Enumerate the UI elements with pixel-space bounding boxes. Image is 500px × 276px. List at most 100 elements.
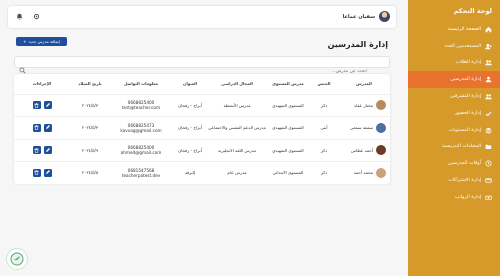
delete-button[interactable] [32, 168, 41, 177]
card-icon [485, 177, 492, 184]
edit-button[interactable] [43, 146, 52, 155]
email: test@teacher.com [121, 105, 161, 111]
gender: أنثى [310, 116, 338, 140]
sidebar-item-8[interactable]: أوقات المدرسين [408, 155, 500, 172]
user-plus-icon [485, 43, 492, 50]
search-box [14, 56, 390, 77]
layers-icon [485, 127, 492, 134]
gender: ذكر [310, 161, 338, 185]
settings-icon[interactable] [33, 13, 40, 20]
sidebar-item-5[interactable]: إدارة الحضور [408, 105, 500, 122]
clock-icon [485, 160, 492, 167]
teacher-name: سمعة سمعي [350, 125, 373, 131]
plus-icon: + [23, 39, 27, 44]
sidebar-item-label: إدارة المستويات [448, 127, 481, 133]
teachers-table: المدرس الجنس مدرس المستوى المجال الدراسي الع… [14, 74, 390, 185]
users-icon [485, 59, 492, 66]
email: ahmed@gmail.com [120, 150, 162, 156]
teacher-icon [485, 76, 492, 83]
sidebar-item-0[interactable]: الصفحة الرئيسية [408, 21, 500, 38]
table-row: أحمد عطاس ذكر المستوى التمهيدي مدرس اللغة ا… [14, 139, 390, 162]
address: أبراج - رفحان [172, 139, 208, 162]
edit-button[interactable] [43, 168, 52, 177]
column-header: الإجراءات [14, 74, 70, 95]
field: مدرس اللغة الانجليزية [208, 139, 266, 162]
sidebar-item-label: إدارة الرواتب [454, 194, 481, 200]
level: المستوى التمهيدي [266, 139, 310, 162]
sidebar-item-label: إدارة المشرفين [449, 94, 481, 100]
sidebar-item-label: إدارة الحضور [454, 110, 481, 116]
level: المستوى التمهيدي [266, 116, 310, 140]
sidebar-item-label: المستخدمين الجدد [444, 43, 481, 49]
gender: ذكر [310, 94, 338, 117]
address: أبراج - رفحان [172, 116, 208, 140]
home-icon [485, 26, 492, 33]
teacher-name: محمد أحمد [353, 170, 373, 176]
sidebar-item-label: إدارة المدرسين [450, 77, 481, 83]
gender: ذكر [310, 139, 338, 162]
folder-icon [485, 143, 492, 150]
edit-button[interactable] [43, 123, 52, 132]
table-row: سمعة سمعي أنثى المستوى التمهيدي مدرس الدعم … [14, 116, 390, 140]
level: المستوى الابتدائي [266, 161, 310, 185]
email: kavvag@gmail.com [120, 127, 162, 133]
field: مدرس الأنشطة [208, 94, 266, 117]
notification-icon[interactable] [16, 13, 23, 20]
level: المستوى التمهيدي [266, 94, 310, 117]
sidebar-item-label: إدارة الاشتراكات [448, 178, 481, 184]
teacher-photo [376, 167, 386, 178]
sidebar-item-1[interactable]: المستخدمين الجدد [408, 38, 500, 55]
sidebar-item-7[interactable]: المجلدات التدريسية [408, 139, 500, 156]
money-icon [485, 194, 492, 201]
page-title: إدارة المدرسين [327, 40, 388, 49]
sidebar-item-2[interactable]: إدارة الطلاب [408, 55, 500, 72]
column-header: الجنس [310, 74, 338, 95]
delete-button[interactable] [32, 101, 41, 110]
sidebar-item-label: إدارة الطلاب [455, 60, 481, 66]
birth-date: ٢٠٢٤/٥/٩ [70, 139, 110, 162]
column-header: معلومات التواصل [110, 74, 172, 95]
email: teacherpatest.dev [121, 172, 161, 178]
column-header: مدرس المستوى [266, 74, 310, 95]
field: مدرس عام [208, 161, 266, 185]
address: أبراج - رفحان [172, 94, 208, 117]
table-row: مختار عقاه ذكر المستوى التمهيدي مدرس الأنشط… [14, 94, 390, 117]
avatar [379, 11, 390, 22]
sidebar-item-6[interactable]: إدارة المستويات [408, 122, 500, 139]
column-header: المجال الدراسي [208, 74, 266, 95]
edit-button[interactable] [43, 101, 52, 110]
top-bar: سفيان عماعا [8, 6, 396, 28]
user-menu[interactable]: سفيان عماعا [343, 11, 390, 22]
sidebar: لوحة التحكم الصفحة الرئيسية المستخدمين ال… [408, 0, 500, 276]
search-icon [19, 59, 26, 74]
add-teacher-button[interactable]: + إضافة مدرس جديد [16, 37, 67, 46]
teacher-photo [376, 145, 386, 156]
sidebar-item-4[interactable]: إدارة المشرفين [408, 88, 500, 105]
birth-date: ٢٠٢٤/٥/٣ [70, 116, 110, 140]
sidebar-item-10[interactable]: إدارة الرواتب [408, 189, 500, 206]
users-icon [485, 93, 492, 100]
column-header: تاريخ الميلاد [70, 74, 110, 95]
sidebar-item-9[interactable]: إدارة الاشتراكات [408, 172, 500, 189]
app-logo [6, 248, 28, 270]
table-row: محمد أحمد ذكر المستوى الابتدائي مدرس عام إلب… [14, 161, 390, 185]
sidebar-item-label: أوقات المدرسين [448, 161, 481, 167]
check-icon [485, 110, 492, 117]
column-header: العنوان [172, 74, 208, 95]
birth-date: ٢٠٢٤/٥/٥ [70, 161, 110, 185]
teacher-name: مختار عقاه [354, 102, 373, 108]
teacher-photo [376, 100, 386, 111]
birth-date: ٢٠٢٤/٥/٣ [70, 94, 110, 117]
user-name: سفيان عماعا [342, 13, 375, 20]
sidebar-item-label: الصفحة الرئيسية [447, 26, 481, 32]
teacher-photo [376, 122, 386, 133]
address: إلبرقة [172, 161, 208, 185]
delete-button[interactable] [32, 146, 41, 155]
field: مدرس الدعم النفسي والاجتماعي [208, 116, 266, 140]
column-header: المدرس [338, 74, 390, 95]
teacher-name: أحمد عطاس [350, 147, 373, 153]
delete-button[interactable] [32, 123, 41, 132]
sidebar-item-3[interactable]: إدارة المدرسين [408, 71, 500, 89]
sidebar-title: لوحة التحكم [453, 7, 492, 15]
sidebar-item-label: المجلدات التدريسية [442, 144, 481, 150]
